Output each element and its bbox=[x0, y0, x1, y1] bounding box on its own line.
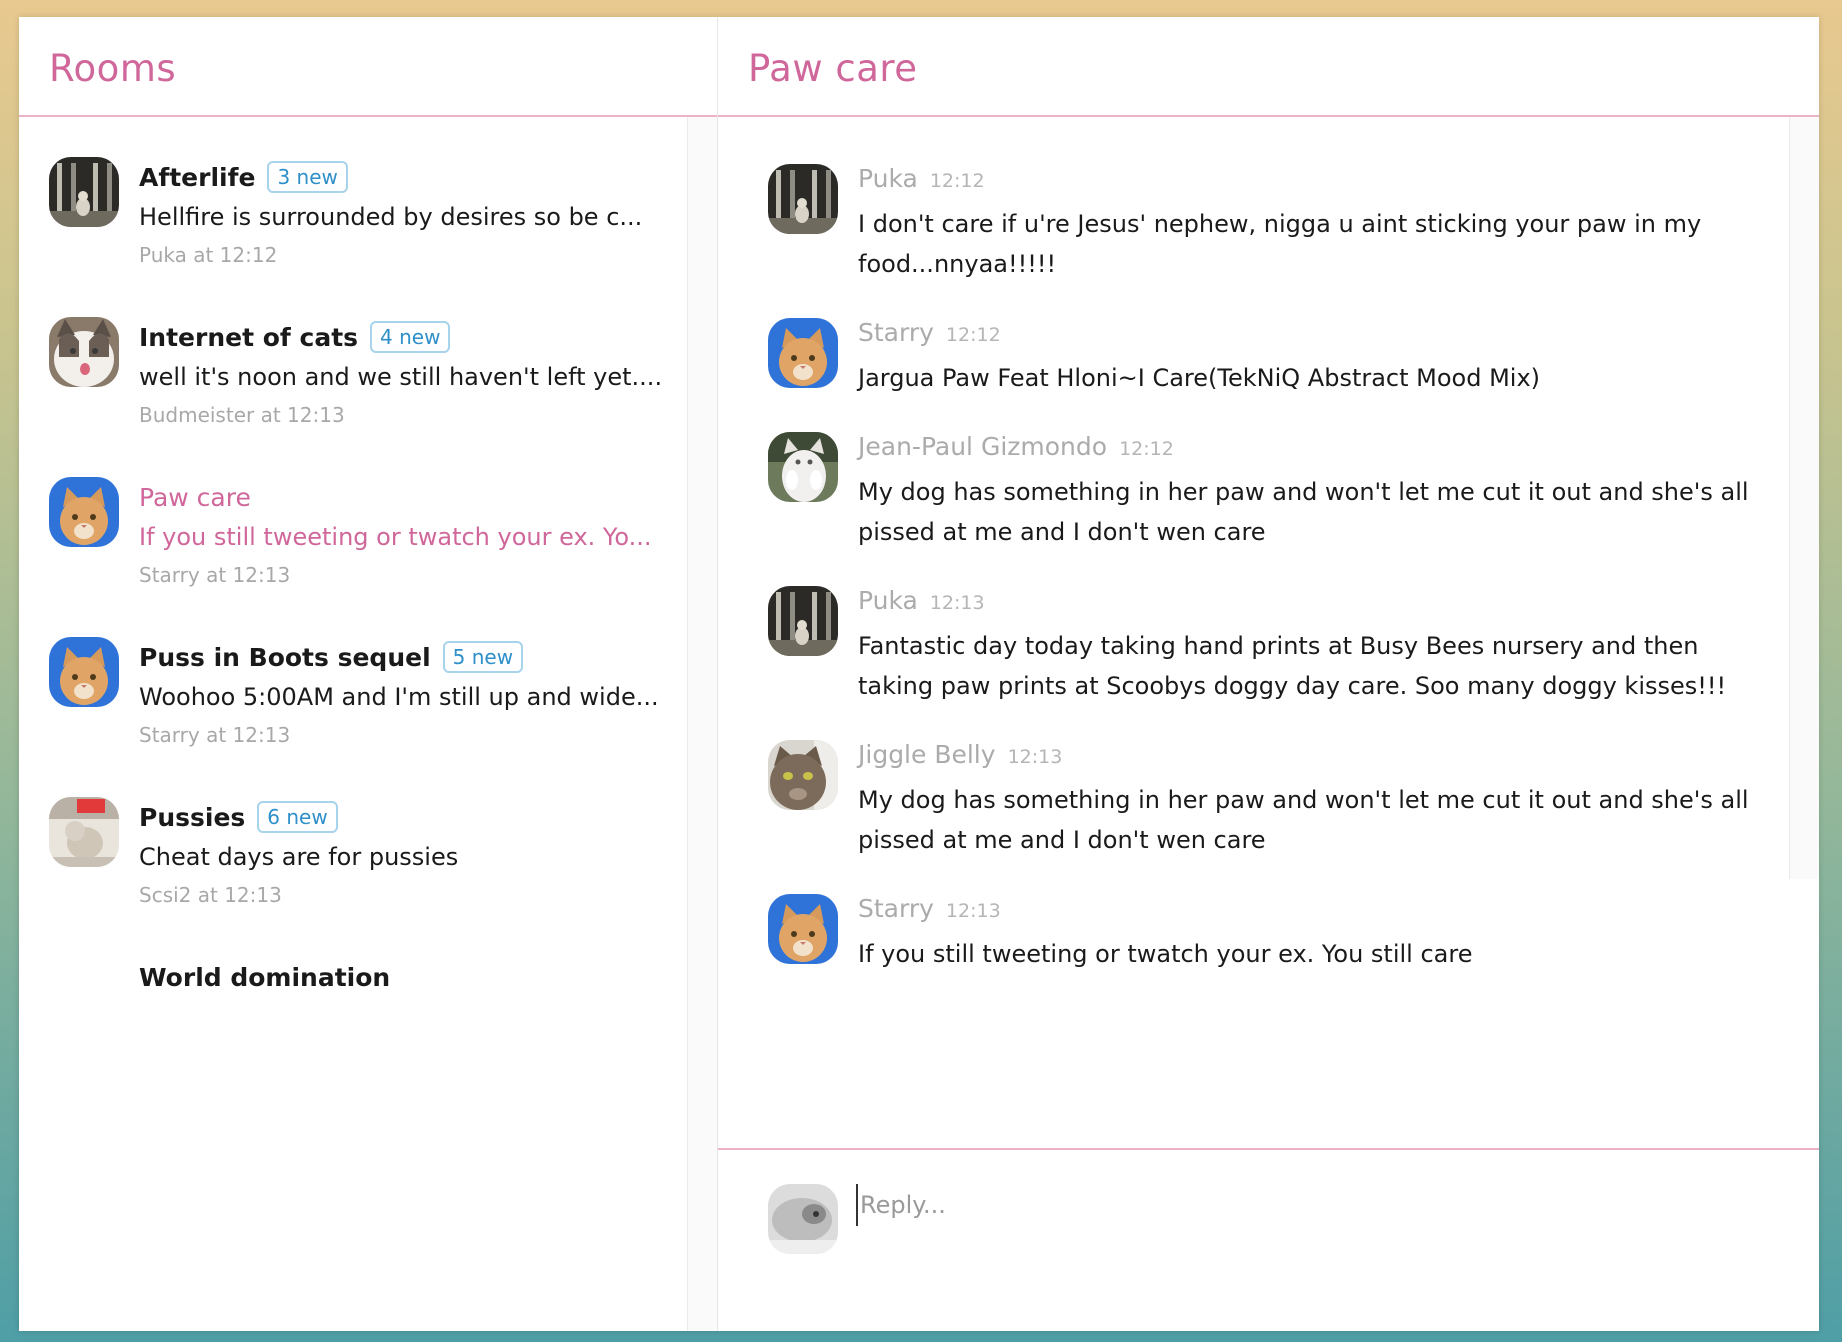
room-text: Paw care If you still tweeting or twatch… bbox=[139, 477, 677, 588]
room-name-row: Internet of cats 4 new bbox=[139, 317, 677, 357]
room-item-afterlife[interactable]: Afterlife 3 new Hellfire is surrounded b… bbox=[19, 157, 687, 317]
room-last-activity: Starry at 12:13 bbox=[139, 723, 291, 747]
cat-in-window-avatar bbox=[49, 157, 119, 227]
room-last-activity: Budmeister at 12:13 bbox=[139, 403, 345, 427]
message-header: Jean-Paul Gizmondo 12:12 bbox=[858, 432, 1749, 466]
room-text: World domination bbox=[139, 957, 677, 997]
message-text: My dog has something in her paw and won'… bbox=[858, 478, 1749, 546]
message-header: Starry 12:12 bbox=[858, 318, 1749, 352]
message-item: Puka 12:13 Fantastic day today taking ha… bbox=[718, 586, 1789, 706]
cat-in-window-avatar[interactable] bbox=[768, 586, 838, 656]
room-last-message: well it's noon and we still haven't left… bbox=[139, 363, 663, 391]
room-item-puss-in-boots-sequel[interactable]: Puss in Boots sequel 5 new Woohoo 5:00AM… bbox=[19, 637, 687, 797]
room-last-message: Cheat days are for pussies bbox=[139, 843, 459, 871]
reply-bar bbox=[718, 1148, 1819, 1331]
message-author[interactable]: Jiggle Belly bbox=[858, 740, 996, 769]
rooms-header: Rooms bbox=[19, 17, 717, 117]
message-item: Starry 12:13 If you still tweeting or tw… bbox=[718, 894, 1789, 974]
room-item-internet-of-cats[interactable]: Internet of cats 4 new well it's noon an… bbox=[19, 317, 687, 477]
message-text: Fantastic day today taking hand prints a… bbox=[858, 632, 1727, 700]
message-text: Jargua Paw Feat Hloni~I Care(TekNiQ Abst… bbox=[858, 364, 1541, 392]
message-time: 12:12 bbox=[929, 170, 985, 192]
rooms-scrollbar[interactable] bbox=[687, 117, 717, 1331]
room-text: Internet of cats 4 new well it's noon an… bbox=[139, 317, 677, 427]
message-author[interactable]: Jean-Paul Gizmondo bbox=[858, 432, 1107, 461]
room-last-activity: Puka at 12:12 bbox=[139, 243, 278, 267]
new-messages-badge: 5 new bbox=[442, 641, 524, 673]
new-messages-badge: 3 new bbox=[267, 161, 348, 193]
room-last-activity: Scsi2 at 12:13 bbox=[139, 883, 282, 907]
rooms-list: Afterlife 3 new Hellfire is surrounded b… bbox=[19, 117, 687, 1331]
room-name: Afterlife bbox=[139, 162, 256, 192]
orange-cat-blue-avatar[interactable] bbox=[768, 318, 838, 388]
room-item-pussies[interactable]: Pussies 6 new Cheat days are for pussies… bbox=[19, 797, 687, 957]
message-header: Jiggle Belly 12:13 bbox=[858, 740, 1749, 774]
room-name: Puss in Boots sequel bbox=[139, 642, 431, 672]
room-last-activity: Starry at 12:13 bbox=[139, 563, 291, 587]
message-item: Jean-Paul Gizmondo 12:12 My dog has some… bbox=[718, 432, 1789, 552]
room-name-row: Paw care bbox=[139, 477, 677, 517]
new-messages-badge: 6 new bbox=[257, 801, 338, 833]
orange-cat-blue-avatar[interactable] bbox=[768, 894, 838, 964]
message-author[interactable]: Starry bbox=[858, 894, 934, 923]
message-time: 12:12 bbox=[1119, 438, 1174, 460]
messages-scrollbar[interactable] bbox=[1789, 117, 1819, 879]
chat-room-title: Paw care bbox=[748, 46, 918, 90]
message-header: Puka 12:12 bbox=[858, 164, 1749, 198]
room-text: Puss in Boots sequel 5 new Woohoo 5:00AM… bbox=[139, 637, 677, 747]
message-time: 12:13 bbox=[1007, 746, 1063, 768]
rooms-scroll-area[interactable]: Afterlife 3 new Hellfire is surrounded b… bbox=[19, 117, 717, 1331]
room-name: World domination bbox=[139, 962, 391, 992]
message-item: Starry 12:12 Jargua Paw Feat Hloni~I Car… bbox=[718, 318, 1789, 398]
message-list[interactable]: Puka 12:12 I don't care if u're Jesus' n… bbox=[718, 117, 1789, 968]
current-user-cat-avatar bbox=[768, 1184, 838, 1254]
white-cat-paws-avatar[interactable] bbox=[768, 432, 838, 502]
rooms-title: Rooms bbox=[49, 46, 177, 90]
orange-cat-blue-avatar bbox=[49, 477, 119, 547]
reply-input[interactable] bbox=[856, 1184, 1662, 1226]
message-text: My dog has something in her paw and won'… bbox=[858, 786, 1749, 854]
white-cat-avatar bbox=[49, 317, 119, 387]
room-text: Afterlife 3 new Hellfire is surrounded b… bbox=[139, 157, 677, 267]
room-text: Pussies 6 new Cheat days are for pussies… bbox=[139, 797, 677, 907]
message-header: Starry 12:13 bbox=[858, 894, 1749, 928]
message-header: Puka 12:13 bbox=[858, 586, 1749, 620]
room-last-message: Hellfire is surrounded by desires so be … bbox=[139, 203, 643, 231]
cat-in-window-avatar[interactable] bbox=[768, 164, 838, 234]
room-name-row: Afterlife 3 new bbox=[139, 157, 677, 197]
room-name: Internet of cats bbox=[139, 322, 359, 352]
message-time: 12:13 bbox=[929, 592, 985, 614]
room-name-row: Pussies 6 new bbox=[139, 797, 677, 837]
message-item: Jiggle Belly 12:13 My dog has something … bbox=[718, 740, 1789, 860]
grumpy-cat-avatar[interactable] bbox=[768, 740, 838, 810]
rooms-panel: Rooms Afterlife 3 new Hellfire is surrou… bbox=[19, 17, 718, 1331]
room-last-message: Woohoo 5:00AM and I'm still up and wide.… bbox=[139, 683, 659, 711]
grey-cat-red-avatar bbox=[49, 797, 119, 867]
message-author[interactable]: Puka bbox=[858, 586, 918, 615]
orange-cat-blue-avatar bbox=[49, 637, 119, 707]
chat-panel: Paw care Puka 12:12 I don't care if u're… bbox=[718, 17, 1819, 1331]
room-item-world-domination[interactable]: World domination bbox=[19, 957, 687, 1117]
message-author[interactable]: Starry bbox=[858, 318, 934, 347]
room-name: Pussies bbox=[139, 802, 246, 832]
message-author[interactable]: Puka bbox=[858, 164, 918, 193]
chat-header: Paw care bbox=[718, 17, 1819, 117]
room-item-paw-care[interactable]: Paw care If you still tweeting or twatch… bbox=[19, 477, 687, 637]
message-item: Puka 12:12 I don't care if u're Jesus' n… bbox=[718, 164, 1789, 284]
message-time: 12:12 bbox=[945, 324, 1001, 346]
message-text: If you still tweeting or twatch your ex.… bbox=[858, 940, 1473, 968]
room-name-row: Puss in Boots sequel 5 new bbox=[139, 637, 677, 677]
message-time: 12:13 bbox=[945, 900, 1001, 922]
room-name: Paw care bbox=[139, 482, 251, 512]
room-name-row: World domination bbox=[139, 957, 677, 997]
room-last-message: If you still tweeting or twatch your ex.… bbox=[139, 523, 652, 551]
new-messages-badge: 4 new bbox=[370, 321, 451, 353]
message-text: I don't care if u're Jesus' nephew, nigg… bbox=[858, 210, 1702, 278]
chat-app-window: Rooms Afterlife 3 new Hellfire is surrou… bbox=[19, 17, 1819, 1331]
